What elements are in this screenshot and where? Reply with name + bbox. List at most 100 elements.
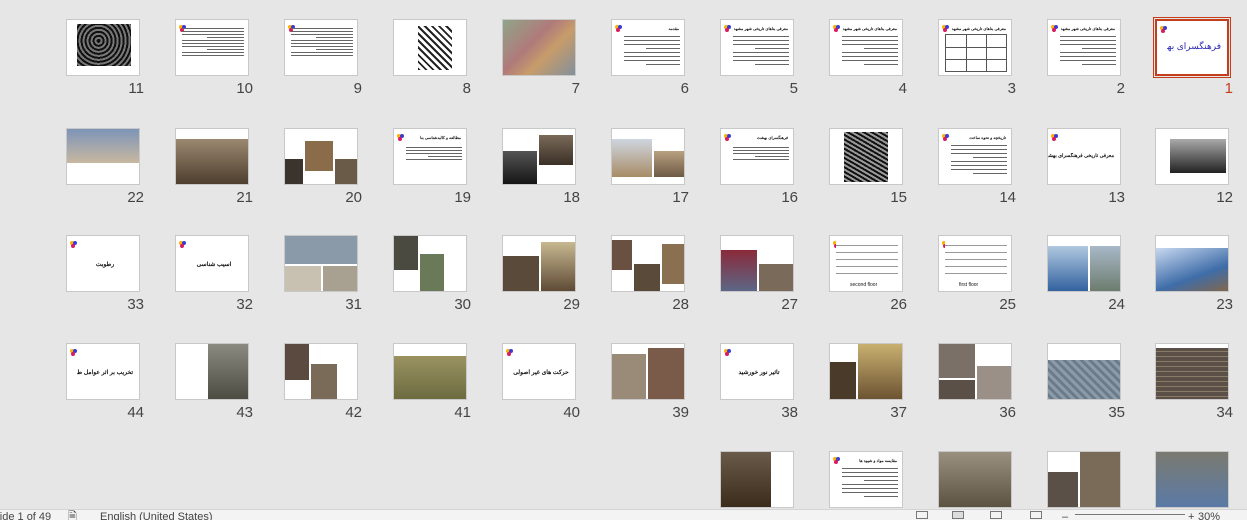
slide-title: تخریب بر اثر عوامل طبیعی xyxy=(77,370,133,376)
slide-thumbnail-10[interactable] xyxy=(175,19,249,76)
slide-thumbnail-8[interactable] xyxy=(393,19,467,76)
slide-thumbnail-30[interactable] xyxy=(393,235,467,292)
slide-thumbnail-37[interactable] xyxy=(829,343,903,400)
slide-thumbnail-27[interactable] xyxy=(720,235,794,292)
slide-thumbnail-40[interactable]: حرکت های غیر اصولی xyxy=(502,343,576,400)
slide-photo xyxy=(721,250,757,291)
slide-photo xyxy=(1048,246,1088,291)
slide-photo xyxy=(420,254,444,291)
status-bar: Slide 1 of 49 🗎 English (United States) … xyxy=(0,509,1247,520)
slide-thumbnail-19[interactable]: مطالعه و کالبدشناسی بنا xyxy=(393,128,467,185)
slide-title: مقایسه مواد و شیوه ها xyxy=(859,458,897,463)
slide-number: 15 xyxy=(890,189,907,206)
slide-photo xyxy=(1048,360,1120,399)
slide-number: 40 xyxy=(563,404,580,421)
slide-thumbnail-43[interactable] xyxy=(175,343,249,400)
slide-thumbnail-2[interactable]: معرفی بناهای تاریخی شهر مشهد xyxy=(1047,19,1121,76)
slide-thumbnail-24[interactable] xyxy=(1047,235,1121,292)
slide-thumbnail-34[interactable] xyxy=(1155,343,1229,400)
slide-thumbnail-48[interactable]: مقایسه مواد و شیوه ها xyxy=(829,451,903,508)
logo-icon xyxy=(506,349,513,356)
slide-thumbnail-36[interactable] xyxy=(938,343,1012,400)
slide-thumbnail-11[interactable] xyxy=(66,19,140,76)
slide-photo xyxy=(1156,348,1228,399)
normal-view-icon[interactable] xyxy=(916,511,928,519)
slide-number: 19 xyxy=(454,189,471,206)
slide-photo xyxy=(612,139,652,177)
slide-photo xyxy=(1048,472,1078,507)
slide-text-lines xyxy=(624,36,680,68)
slide-number: 1 xyxy=(1224,80,1233,97)
slide-thumbnail-6[interactable]: مقدمه xyxy=(611,19,685,76)
logo-icon xyxy=(833,25,840,32)
logo-icon xyxy=(1160,26,1167,33)
slide-number: 12 xyxy=(1216,189,1233,206)
slide-thumbnail-25[interactable]: first floor xyxy=(938,235,1012,292)
slide-thumbnail-14[interactable]: تاریخچه و نحوه ساخت xyxy=(938,128,1012,185)
slide-thumbnail-46[interactable] xyxy=(1047,451,1121,508)
slide-photo xyxy=(541,242,575,291)
slide-thumbnail-4[interactable]: معرفی بناهای تاریخی شهر مشهد xyxy=(829,19,903,76)
logo-icon xyxy=(1051,134,1058,141)
slide-text-lines xyxy=(951,145,1007,177)
slide-text-lines xyxy=(1060,36,1116,68)
logo-icon xyxy=(397,134,404,141)
slide-photo xyxy=(335,159,357,184)
slide-thumbnail-7[interactable] xyxy=(502,19,576,76)
slide-photo xyxy=(285,159,303,184)
slide-thumbnail-23[interactable] xyxy=(1155,235,1229,292)
slide-thumbnail-20[interactable] xyxy=(284,128,358,185)
slide-thumbnail-41[interactable] xyxy=(393,343,467,400)
slide-photo xyxy=(662,244,684,284)
slide-thumbnail-21[interactable] xyxy=(175,128,249,185)
slide-thumbnail-33[interactable]: رطوبت xyxy=(66,235,140,292)
slideshow-icon[interactable] xyxy=(1030,511,1042,519)
slide-text-lines xyxy=(182,28,244,58)
slide-thumbnail-32[interactable]: آسیب شناسی xyxy=(175,235,249,292)
slide-floorplan-image xyxy=(836,240,898,280)
slide-number: 3 xyxy=(1007,80,1016,97)
slide-thumbnail-3[interactable]: معرفی بناهای تاریخی شهر مشهد xyxy=(938,19,1012,76)
slide-number: 43 xyxy=(236,404,253,421)
reading-view-icon[interactable] xyxy=(990,511,1002,519)
slide-thumbnail-44[interactable]: تخریب بر اثر عوامل طبیعی xyxy=(66,343,140,400)
slide-number: 33 xyxy=(127,296,144,313)
slide-thumbnail-38[interactable]: تاثیر نور خورشید xyxy=(720,343,794,400)
slide-thumbnail-26[interactable]: second floor xyxy=(829,235,903,292)
logo-icon xyxy=(833,457,840,464)
slide-thumbnail-49[interactable] xyxy=(720,451,794,508)
slide-thumbnail-13[interactable]: معرفی تاریخی فرهنگسرای بهشت xyxy=(1047,128,1121,185)
slide-thumbnail-15[interactable] xyxy=(829,128,903,185)
slide-number: 21 xyxy=(236,189,253,206)
slide-number: 36 xyxy=(999,404,1016,421)
slide-thumbnail-29[interactable] xyxy=(502,235,576,292)
slide-title: معرفی بناهای تاریخی شهر مشهد xyxy=(951,26,1006,31)
zoom-slider[interactable] xyxy=(1075,514,1185,515)
slide-thumbnail-42[interactable] xyxy=(284,343,358,400)
slide-thumbnail-35[interactable] xyxy=(1047,343,1121,400)
slide-thumbnail-47[interactable] xyxy=(938,451,1012,508)
slide-thumbnail-17[interactable] xyxy=(611,128,685,185)
slide-number: 7 xyxy=(571,80,580,97)
slide-thumbnail-9[interactable] xyxy=(284,19,358,76)
slide-title: رطوبت xyxy=(95,262,115,268)
logo-icon xyxy=(179,241,186,248)
slide-number: 20 xyxy=(345,189,362,206)
slide-thumbnail-31[interactable] xyxy=(284,235,358,292)
slide-plan-image xyxy=(418,26,452,70)
slide-thumbnail-28[interactable] xyxy=(611,235,685,292)
slide-sorter-view-icon[interactable] xyxy=(952,511,964,519)
slide-thumbnail-5[interactable]: معرفی بناهای تاریخی شهر مشهد xyxy=(720,19,794,76)
slide-number: 23 xyxy=(1216,296,1233,313)
slide-thumbnail-12[interactable] xyxy=(1155,128,1229,185)
slide-number: 42 xyxy=(345,404,362,421)
slide-thumbnail-45[interactable] xyxy=(1155,451,1229,508)
slide-thumbnail-22[interactable] xyxy=(66,128,140,185)
slide-aerial-image xyxy=(77,24,131,66)
slide-thumbnail-39[interactable] xyxy=(611,343,685,400)
slide-thumbnail-16[interactable]: فرهنگسرای بهشت xyxy=(720,128,794,185)
slide-thumbnail-1[interactable]: فرهنگسرای بهشت xyxy=(1153,17,1231,78)
slide-thumbnail-18[interactable] xyxy=(502,128,576,185)
slide-number: 37 xyxy=(890,404,907,421)
slide-photo xyxy=(654,151,684,177)
